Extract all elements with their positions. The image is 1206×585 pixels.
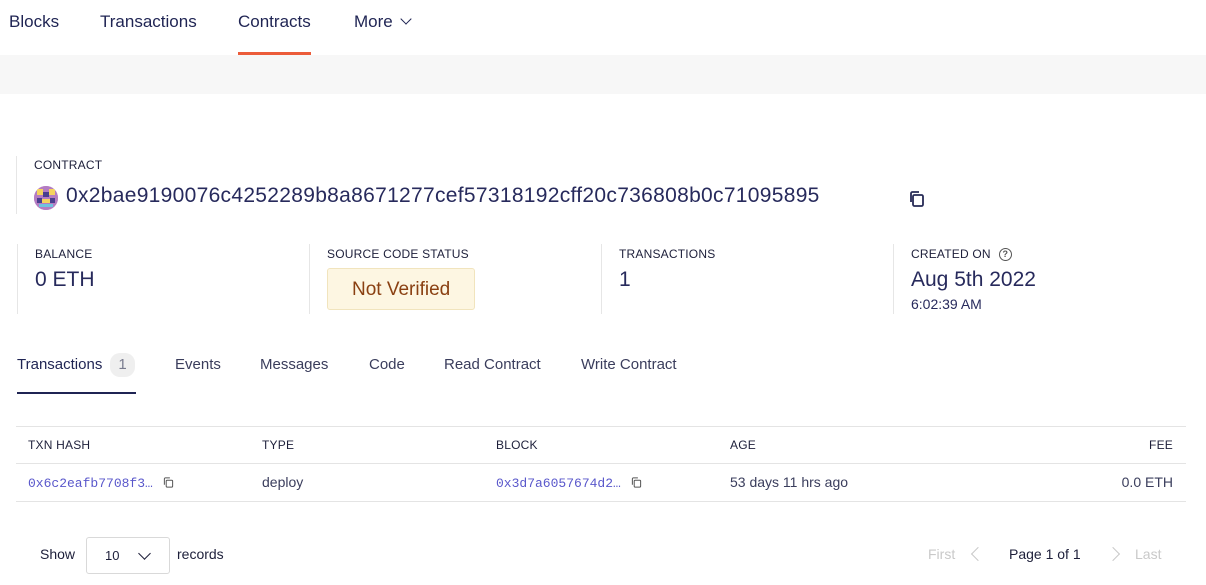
balance-value: 0 ETH (35, 268, 95, 291)
contract-avatar-icon (34, 186, 58, 210)
page-info: Page 1 of 1 (1009, 546, 1081, 562)
chevron-right-icon[interactable] (1105, 546, 1121, 562)
help-icon[interactable]: ? (998, 247, 1012, 261)
transactions-count-value: 1 (619, 268, 631, 291)
txn-type: deploy (262, 474, 304, 490)
nav-transactions[interactable]: Transactions (100, 0, 197, 55)
contract-tabs: Transactions 1 Events Messages Code Read … (0, 346, 1206, 394)
copy-icon[interactable] (163, 477, 174, 488)
status-badge: Not Verified (327, 268, 476, 310)
pagination: Show 10 records First Page 1 of 1 Last (0, 536, 1206, 576)
balance-stat: BALANCE 0 ETH (17, 244, 309, 314)
contract-label: CONTRACT (34, 158, 103, 172)
txn-age: 53 days 11 hrs ago (730, 474, 849, 490)
transactions-count-label: TRANSACTIONS (619, 247, 716, 261)
copy-icon[interactable] (908, 190, 926, 208)
column-header-txn-hash: TXN HASH (28, 438, 91, 452)
copy-icon[interactable] (631, 477, 642, 488)
txn-fee: 0.0 ETH (1121, 474, 1173, 490)
divider (16, 156, 17, 214)
header-band (0, 55, 1206, 94)
tab-code[interactable]: Code (369, 346, 405, 394)
tab-messages[interactable]: Messages (260, 346, 328, 394)
tab-events[interactable]: Events (175, 346, 221, 394)
created-on-stat: CREATED ON ? Aug 5th 2022 6:02:39 AM (893, 244, 1185, 314)
nav-more-label: More (354, 12, 393, 31)
chevron-down-icon (400, 13, 412, 25)
source-code-status-stat: SOURCE CODE STATUS Not Verified (309, 244, 601, 314)
source-code-status-label: SOURCE CODE STATUS (327, 247, 469, 261)
contract-address: 0x2bae9190076c4252289b8a8671277cef573181… (66, 184, 820, 207)
created-on-label-text: CREATED ON (911, 247, 991, 261)
tab-read-contract[interactable]: Read Contract (444, 346, 541, 394)
tab-transactions[interactable]: Transactions 1 (17, 346, 136, 394)
table-header: TXN HASH TYPE BLOCK AGE FEE (16, 427, 1186, 464)
first-page-button[interactable]: First (928, 546, 955, 562)
tab-transactions-label: Transactions (17, 356, 103, 373)
records-label: records (177, 546, 224, 562)
column-header-block: BLOCK (496, 438, 538, 452)
nav-contracts[interactable]: Contracts (238, 0, 311, 55)
block-link[interactable]: 0x3d7a6057674d2… (496, 476, 621, 491)
tab-write-contract[interactable]: Write Contract (581, 346, 677, 394)
created-on-time: 6:02:39 AM (911, 296, 982, 312)
last-page-button[interactable]: Last (1135, 546, 1161, 562)
show-label: Show (40, 546, 76, 562)
transactions-table: TXN HASH TYPE BLOCK AGE FEE 0x6c2eafb770… (16, 426, 1186, 502)
created-on-date: Aug 5th 2022 (911, 268, 1036, 291)
balance-label: BALANCE (35, 247, 93, 261)
chevron-down-icon (138, 547, 151, 560)
top-navigation: Blocks Transactions Contracts More (0, 0, 1206, 55)
column-header-fee: FEE (1149, 438, 1173, 452)
nav-more[interactable]: More (354, 0, 412, 55)
txn-hash-link[interactable]: 0x6c2eafb7708f3… (28, 476, 153, 491)
nav-blocks[interactable]: Blocks (9, 0, 59, 55)
created-on-label: CREATED ON ? (911, 247, 1185, 261)
page-size-select[interactable]: 10 (86, 537, 170, 574)
chevron-left-icon[interactable] (970, 546, 986, 562)
transactions-stat: TRANSACTIONS 1 (601, 244, 893, 314)
column-header-age: AGE (730, 438, 756, 452)
page-size-value: 10 (105, 548, 120, 563)
tab-count-badge: 1 (110, 353, 135, 377)
table-row: 0x6c2eafb7708f3… deploy 0x3d7a6057674d2…… (16, 464, 1186, 501)
column-header-type: TYPE (262, 438, 295, 452)
